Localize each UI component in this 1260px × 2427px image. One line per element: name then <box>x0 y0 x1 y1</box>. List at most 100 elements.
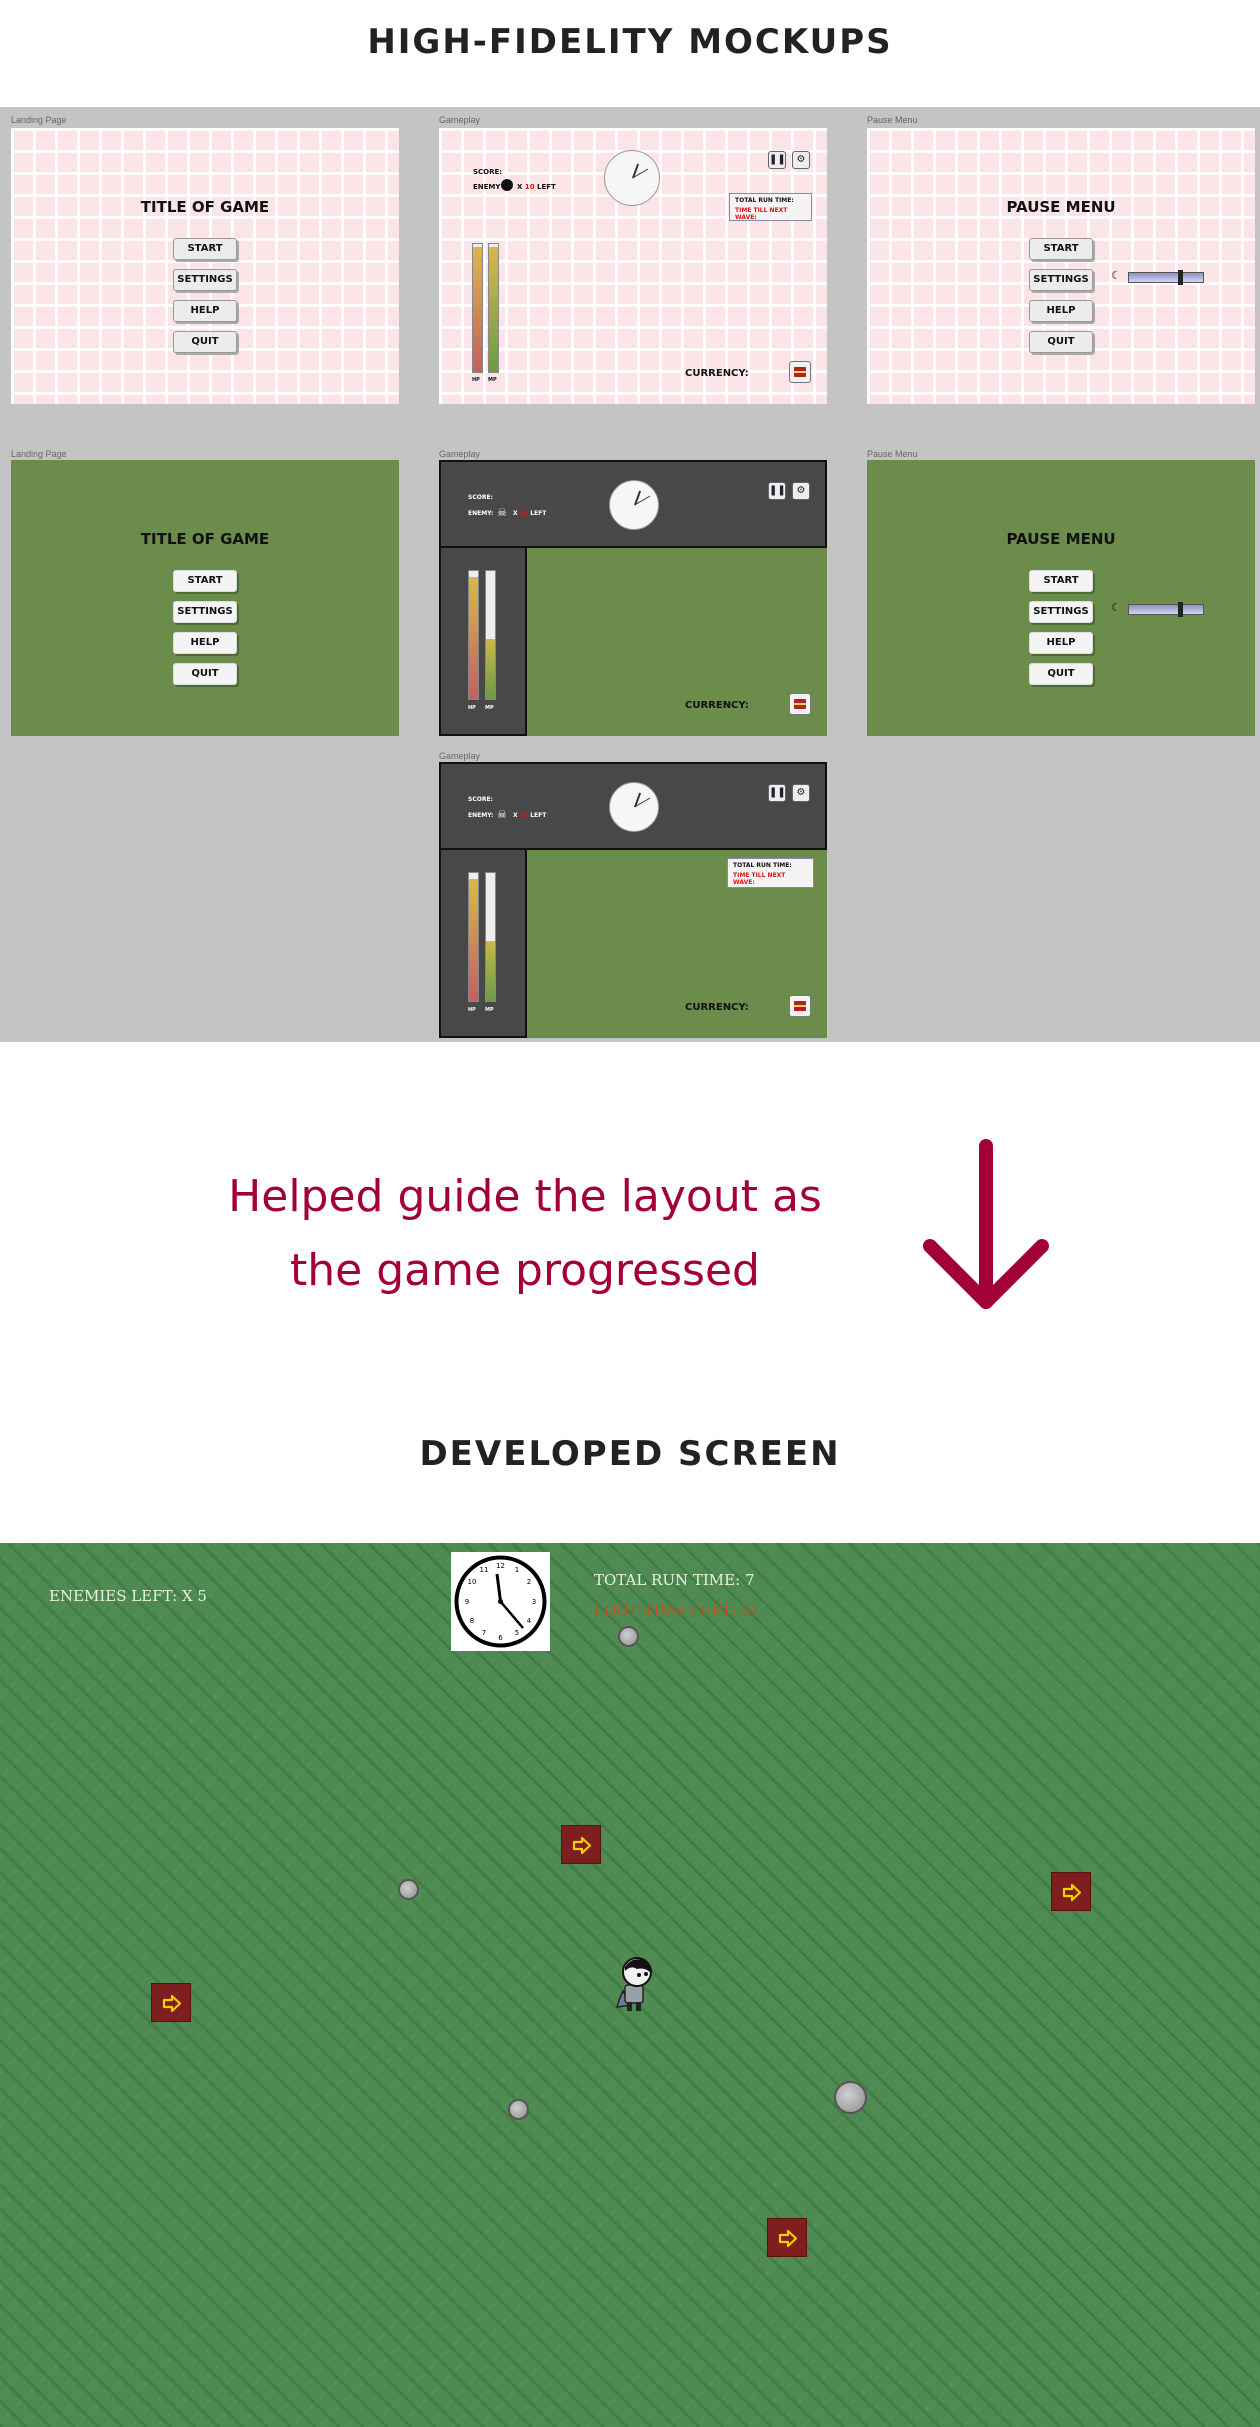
enemy-count: X 10 LEFT <box>517 183 556 191</box>
hp-bar-2 <box>468 570 479 700</box>
gameplay-mock-green-timer: SCORE: ENEMY: ☠ X 10 LEFT ❚❚ ⚙ HP MP TOT… <box>439 762 827 1038</box>
pause-icon: ❚❚ <box>769 787 786 798</box>
pause-help-button-2[interactable]: HELP <box>1029 632 1093 654</box>
top-hud: SCORE: ENEMY: ☠ X 10 LEFT ❚❚ ⚙ <box>439 460 827 548</box>
mp-bar <box>488 243 499 373</box>
total-run-time-text: TOTAL RUN TIME: 7 <box>594 1571 755 1589</box>
chest-icon-3[interactable] <box>789 995 811 1017</box>
arrow-right-icon[interactable] <box>1051 1872 1091 1911</box>
settings-icon-button[interactable]: ⚙ <box>792 151 810 169</box>
score-label-2: SCORE: <box>468 494 493 501</box>
quit-button-2[interactable]: QUIT <box>173 663 237 685</box>
mockups-heading: HIGH-FIDELITY MOCKUPS <box>367 22 893 62</box>
pause-mock-pink: PAUSE MENU START SETTINGS HELP QUIT ☾ <box>867 128 1255 404</box>
currency-label-3: CURRENCY: <box>685 1002 749 1013</box>
svg-text:10: 10 <box>468 1578 477 1586</box>
gameplay-mock-pink: SCORE: ENEMY X 10 LEFT ❚❚ ⚙ TOTAL RUN TI… <box>439 128 827 404</box>
run-timer-box-3: TOTAL RUN TIME: TIME TILL NEXT WAVE: <box>727 858 814 888</box>
slider-knob[interactable] <box>1177 270 1183 285</box>
caption-line-2: the game progressed <box>290 1245 760 1296</box>
arrow-down-icon <box>923 1139 1049 1309</box>
clock-icon-3 <box>609 782 659 832</box>
pause-start-button[interactable]: START <box>1029 238 1093 260</box>
chest-icon-2[interactable] <box>789 693 811 715</box>
side-hud: HP MP <box>439 546 527 736</box>
pause-quit-button[interactable]: QUIT <box>1029 331 1093 353</box>
gameplay-mock-green: SCORE: ENEMY: ☠ X 10 LEFT ❚❚ ⚙ HP MP CUR… <box>439 460 827 736</box>
clock-icon <box>604 150 660 206</box>
next-wave-label: TIME TILL NEXT WAVE: <box>735 207 788 221</box>
svg-text:3: 3 <box>532 1598 536 1606</box>
rock-icon <box>834 2081 867 2114</box>
frame-label-gameplay-2: Gameplay <box>439 449 481 459</box>
start-button[interactable]: START <box>173 238 237 260</box>
rock-icon <box>618 1626 639 1647</box>
hp-bar-fill <box>473 246 482 372</box>
enemy-label-3: ENEMY: <box>468 812 494 819</box>
moon-icon-2: ☾ <box>1111 602 1121 614</box>
pause-button-2[interactable]: ❚❚ <box>768 482 786 500</box>
pause-help-button[interactable]: HELP <box>1029 300 1093 322</box>
mp-label-3: MP <box>485 1007 494 1013</box>
side-hud-3: HP MP <box>439 848 527 1038</box>
mp-label: MP <box>488 377 497 383</box>
hp-bar <box>472 243 483 373</box>
svg-text:1: 1 <box>515 1566 519 1574</box>
enemies-left-text: ENEMIES LEFT: X 5 <box>49 1587 207 1605</box>
enemy-bomb-icon <box>501 179 513 191</box>
pause-start-button-2[interactable]: START <box>1029 570 1093 592</box>
help-button[interactable]: HELP <box>173 300 237 322</box>
enemy-count-2: X 10 LEFT <box>513 510 547 517</box>
pause-settings-button-2[interactable]: SETTINGS <box>1029 601 1093 623</box>
mp-label-2: MP <box>485 705 494 711</box>
quit-button[interactable]: QUIT <box>173 331 237 353</box>
total-run-time-label: TOTAL RUN TIME: <box>735 197 794 204</box>
skull-icon: ☠ <box>497 507 507 519</box>
mp-bar-fill <box>489 246 498 372</box>
svg-text:2: 2 <box>527 1578 531 1586</box>
pause-settings-button[interactable]: SETTINGS <box>1029 269 1093 291</box>
mp-bar-2 <box>485 570 496 700</box>
pause-icon: ❚❚ <box>769 485 786 496</box>
gear-icon: ⚙ <box>796 485 806 496</box>
volume-slider-2[interactable] <box>1128 602 1204 617</box>
frame-label-landing-2: Landing Page <box>11 449 67 459</box>
settings-button[interactable]: SETTINGS <box>173 269 237 291</box>
settings-icon-button-2[interactable]: ⚙ <box>792 482 810 500</box>
landing-title-2: TITLE OF GAME <box>140 530 270 548</box>
next-wave-label-3: TIME TILL NEXT WAVE: <box>733 872 786 886</box>
pause-quit-button-2[interactable]: QUIT <box>1029 663 1093 685</box>
chest-icon[interactable] <box>789 361 811 383</box>
moon-icon: ☾ <box>1111 270 1121 282</box>
score-label: SCORE: <box>473 168 503 176</box>
mp-bar-fill-3 <box>486 940 495 1001</box>
clock-icon-2 <box>609 480 659 530</box>
pause-title: PAUSE MENU <box>1006 198 1116 216</box>
pause-button-3[interactable]: ❚❚ <box>768 784 786 802</box>
arrow-right-icon[interactable] <box>561 1825 601 1864</box>
frame-label-gameplay-3: Gameplay <box>439 751 481 761</box>
slider-knob-2[interactable] <box>1177 602 1183 617</box>
start-button-2[interactable]: START <box>173 570 237 592</box>
top-hud-3: SCORE: ENEMY: ☠ X 10 LEFT ❚❚ ⚙ <box>439 762 827 850</box>
pause-button[interactable]: ❚❚ <box>768 151 786 169</box>
game-screen: ENEMIES LEFT: X 5 TOTAL RUN TIME: 7 LOOT… <box>0 1543 1260 2427</box>
mp-bar-fill-2 <box>486 638 495 699</box>
help-button-2[interactable]: HELP <box>173 632 237 654</box>
enemy-count-3: X 10 LEFT <box>513 812 547 819</box>
landing-title: TITLE OF GAME <box>140 198 270 216</box>
settings-button-2[interactable]: SETTINGS <box>173 601 237 623</box>
svg-text:9: 9 <box>465 1598 469 1606</box>
arrow-right-icon[interactable] <box>767 2218 807 2257</box>
rock-icon <box>398 1879 419 1900</box>
mockups-board: Landing Page Gameplay Pause Menu TITLE O… <box>0 107 1260 1042</box>
volume-slider[interactable] <box>1128 270 1204 285</box>
settings-icon-button-3[interactable]: ⚙ <box>792 784 810 802</box>
pause-mock-green: PAUSE MENU START SETTINGS HELP QUIT ☾ <box>867 460 1255 736</box>
total-run-time-label-3: TOTAL RUN TIME: <box>733 862 792 869</box>
frame-label-pause: Pause Menu <box>867 115 918 125</box>
svg-text:8: 8 <box>470 1617 474 1625</box>
arrow-right-icon[interactable] <box>151 1983 191 2022</box>
gear-icon: ⚙ <box>796 787 806 798</box>
hp-label: HP <box>472 377 480 383</box>
